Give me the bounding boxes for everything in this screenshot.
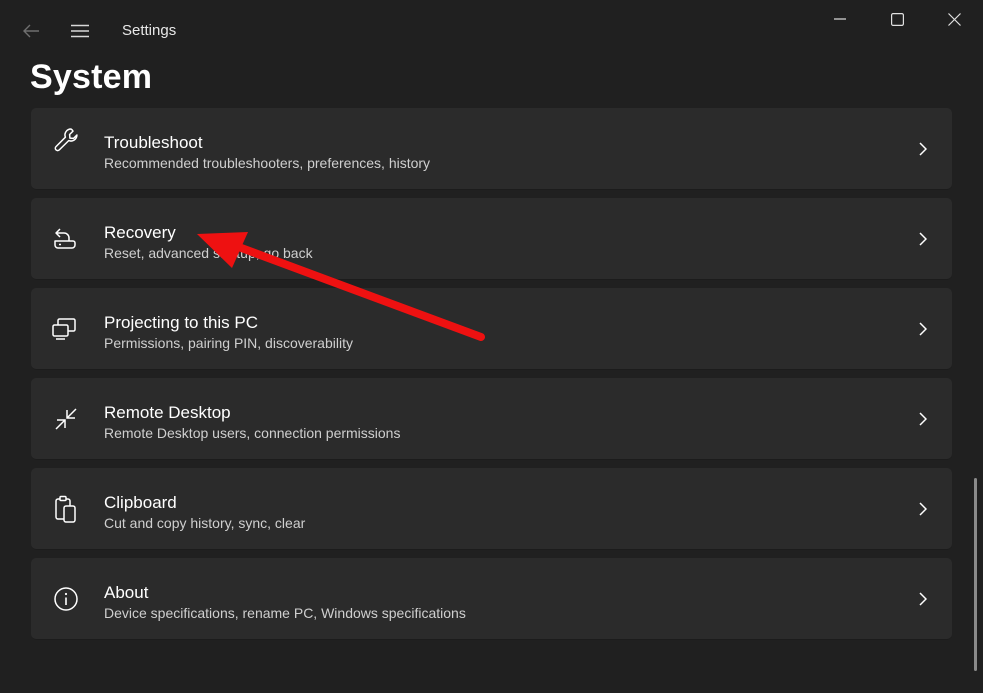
- close-icon[interactable]: [926, 6, 982, 32]
- settings-item-projecting[interactable]: Projecting to this PC Permissions, pairi…: [31, 288, 952, 370]
- scrollbar[interactable]: [974, 478, 977, 671]
- maximize-icon[interactable]: [869, 6, 925, 32]
- page-title: System: [30, 58, 153, 96]
- info-icon: [51, 585, 81, 613]
- projecting-icon: [50, 315, 80, 343]
- chevron-right-icon: [916, 590, 930, 608]
- settings-item-subtitle: Device specifications, rename PC, Window…: [104, 605, 466, 621]
- settings-item-recovery[interactable]: Recovery Reset, advanced startup, go bac…: [31, 198, 952, 280]
- chevron-right-icon: [916, 410, 930, 428]
- settings-item-title: Troubleshoot: [104, 133, 203, 152]
- chevron-right-icon: [916, 320, 930, 338]
- settings-item-subtitle: Reset, advanced startup, go back: [104, 245, 313, 261]
- settings-item-remote-desktop[interactable]: Remote Desktop Remote Desktop users, con…: [31, 378, 952, 460]
- clipboard-icon: [51, 495, 81, 523]
- settings-item-subtitle: Recommended troubleshooters, preferences…: [104, 155, 431, 171]
- settings-item-clipboard[interactable]: Clipboard Cut and copy history, sync, cl…: [31, 468, 952, 550]
- app-title: Settings: [122, 22, 177, 39]
- settings-item-title: Clipboard: [104, 493, 177, 512]
- hamburger-menu-icon[interactable]: [66, 18, 94, 44]
- settings-item-title: Projecting to this PC: [104, 313, 259, 332]
- minimize-icon[interactable]: [812, 6, 868, 32]
- remote-desktop-icon: [51, 405, 81, 433]
- chevron-right-icon: [916, 230, 930, 248]
- chevron-right-icon: [916, 500, 930, 518]
- settings-item-subtitle: Remote Desktop users, connection permiss…: [104, 425, 401, 441]
- settings-item-title: Recovery: [104, 223, 176, 242]
- settings-list: Troubleshoot Recommended troubleshooters…: [31, 108, 952, 693]
- back-arrow-icon[interactable]: [18, 18, 44, 44]
- wrench-icon: [51, 126, 81, 154]
- chevron-right-icon: [916, 140, 930, 158]
- settings-item-about[interactable]: About Device specifications, rename PC, …: [31, 558, 952, 640]
- recovery-icon: [50, 225, 80, 253]
- title-bar: Settings: [0, 0, 983, 60]
- settings-item-troubleshoot[interactable]: Troubleshoot Recommended troubleshooters…: [31, 108, 952, 190]
- settings-item-title: About: [104, 583, 149, 602]
- settings-item-subtitle: Permissions, pairing PIN, discoverabilit…: [104, 335, 353, 351]
- settings-item-subtitle: Cut and copy history, sync, clear: [104, 515, 306, 531]
- settings-item-title: Remote Desktop: [104, 403, 231, 422]
